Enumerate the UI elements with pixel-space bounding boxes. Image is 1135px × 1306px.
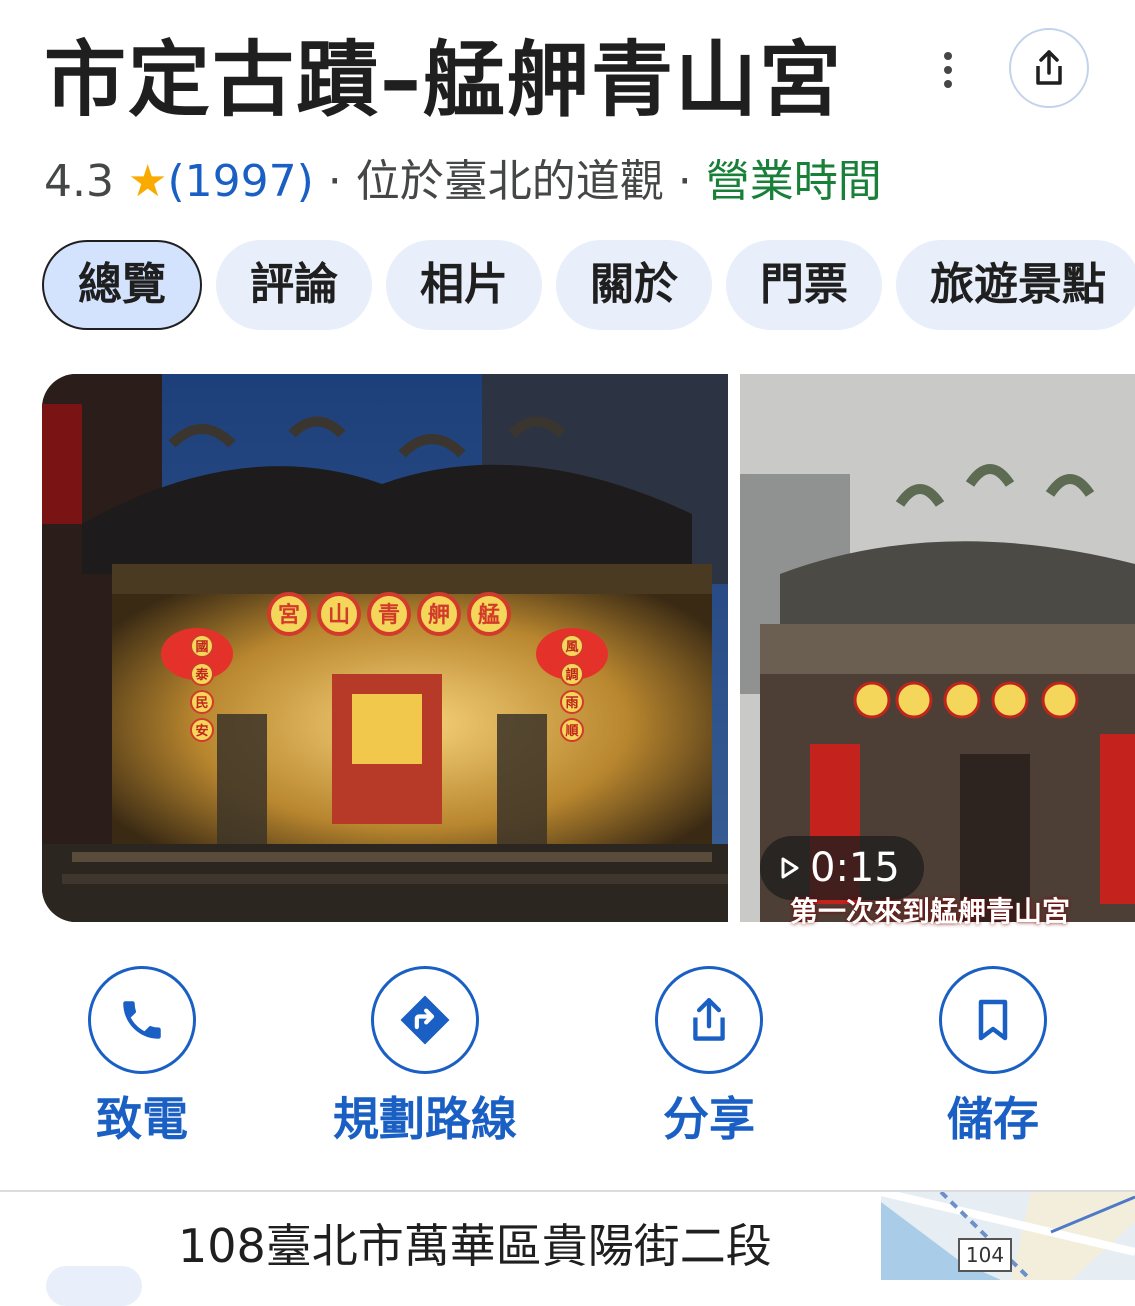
share-label: 分享	[663, 1092, 755, 1146]
tab-overview[interactable]: 總覽	[42, 240, 202, 330]
more-options-button[interactable]	[926, 48, 970, 92]
hours-link[interactable]: 營業時間	[706, 156, 882, 207]
main-photo[interactable]: 宮 山 青 舺 艋 國 泰 民 安 風 調 雨 順	[42, 374, 728, 922]
meta-separator: ·	[677, 156, 692, 207]
place-title: 市定古蹟–艋舺青山宮	[44, 33, 844, 128]
directions-icon	[400, 995, 450, 1045]
lantern-char: 國	[195, 640, 208, 655]
share-icon	[1036, 50, 1062, 85]
lantern-char: 調	[565, 667, 578, 683]
directions-button[interactable]: 規劃路線	[305, 962, 545, 1150]
rating-value: 4.3	[44, 156, 114, 207]
review-count-link[interactable]: (1997)	[167, 156, 313, 207]
tab-attractions[interactable]: 旅遊景點	[896, 240, 1135, 330]
tab-photos[interactable]: 相片	[386, 240, 542, 330]
lantern-char: 順	[565, 724, 579, 739]
share-button[interactable]: 分享	[589, 962, 829, 1150]
lantern-char: 雨	[565, 696, 578, 711]
address-icon	[46, 1266, 142, 1306]
call-button[interactable]: 致電	[22, 962, 262, 1150]
map-route-shield: 104	[958, 1238, 1012, 1272]
lantern-char: 安	[195, 723, 208, 739]
share-header-button[interactable]	[1009, 28, 1089, 108]
lantern-char: 山	[328, 602, 350, 628]
lantern-char: 風	[565, 640, 578, 655]
more-options-icon	[944, 52, 952, 60]
action-buttons: 致電 規劃路線 分享 儲存	[0, 962, 1135, 1152]
lantern-char: 民	[195, 696, 208, 711]
tab-tickets[interactable]: 門票	[726, 240, 882, 330]
tab-reviews[interactable]: 評論	[216, 240, 372, 330]
temple-night-photo: 宮 山 青 舺 艋 國 泰 民 安 風 調 雨 順	[42, 374, 728, 922]
lantern-char: 宮	[278, 602, 300, 628]
save-button[interactable]: 儲存	[873, 962, 1113, 1150]
place-header: 市定古蹟–艋舺青山宮 4.3 ★(1997) · 位於臺北的道觀 · 營業時間	[0, 0, 1135, 230]
play-icon	[781, 857, 799, 879]
lantern-char: 泰	[194, 667, 209, 683]
place-category: 位於臺北的道觀	[355, 156, 664, 207]
share-icon	[693, 998, 725, 1041]
directions-label: 規劃路線	[333, 1092, 517, 1146]
video-caption: 第一次來到艋舺青山宮	[790, 895, 1071, 928]
lantern-char: 青	[378, 602, 400, 628]
address-text[interactable]: 108臺北市萬華區貴陽街二段	[178, 1214, 772, 1278]
lantern-char: 舺	[428, 602, 450, 628]
star-icon: ★	[127, 156, 168, 207]
tab-about[interactable]: 關於	[556, 240, 712, 330]
meta-separator: ·	[327, 156, 342, 207]
bookmark-icon	[978, 999, 1008, 1041]
place-meta: 4.3 ★(1997) · 位於臺北的道觀 · 營業時間	[44, 152, 882, 212]
phone-icon	[123, 1001, 161, 1039]
place-tabs: 總覽 評論 相片 關於 門票 旅遊景點	[42, 240, 1135, 334]
call-label: 致電	[96, 1092, 188, 1146]
save-label: 儲存	[947, 1092, 1039, 1146]
lantern-char: 艋	[478, 602, 500, 628]
